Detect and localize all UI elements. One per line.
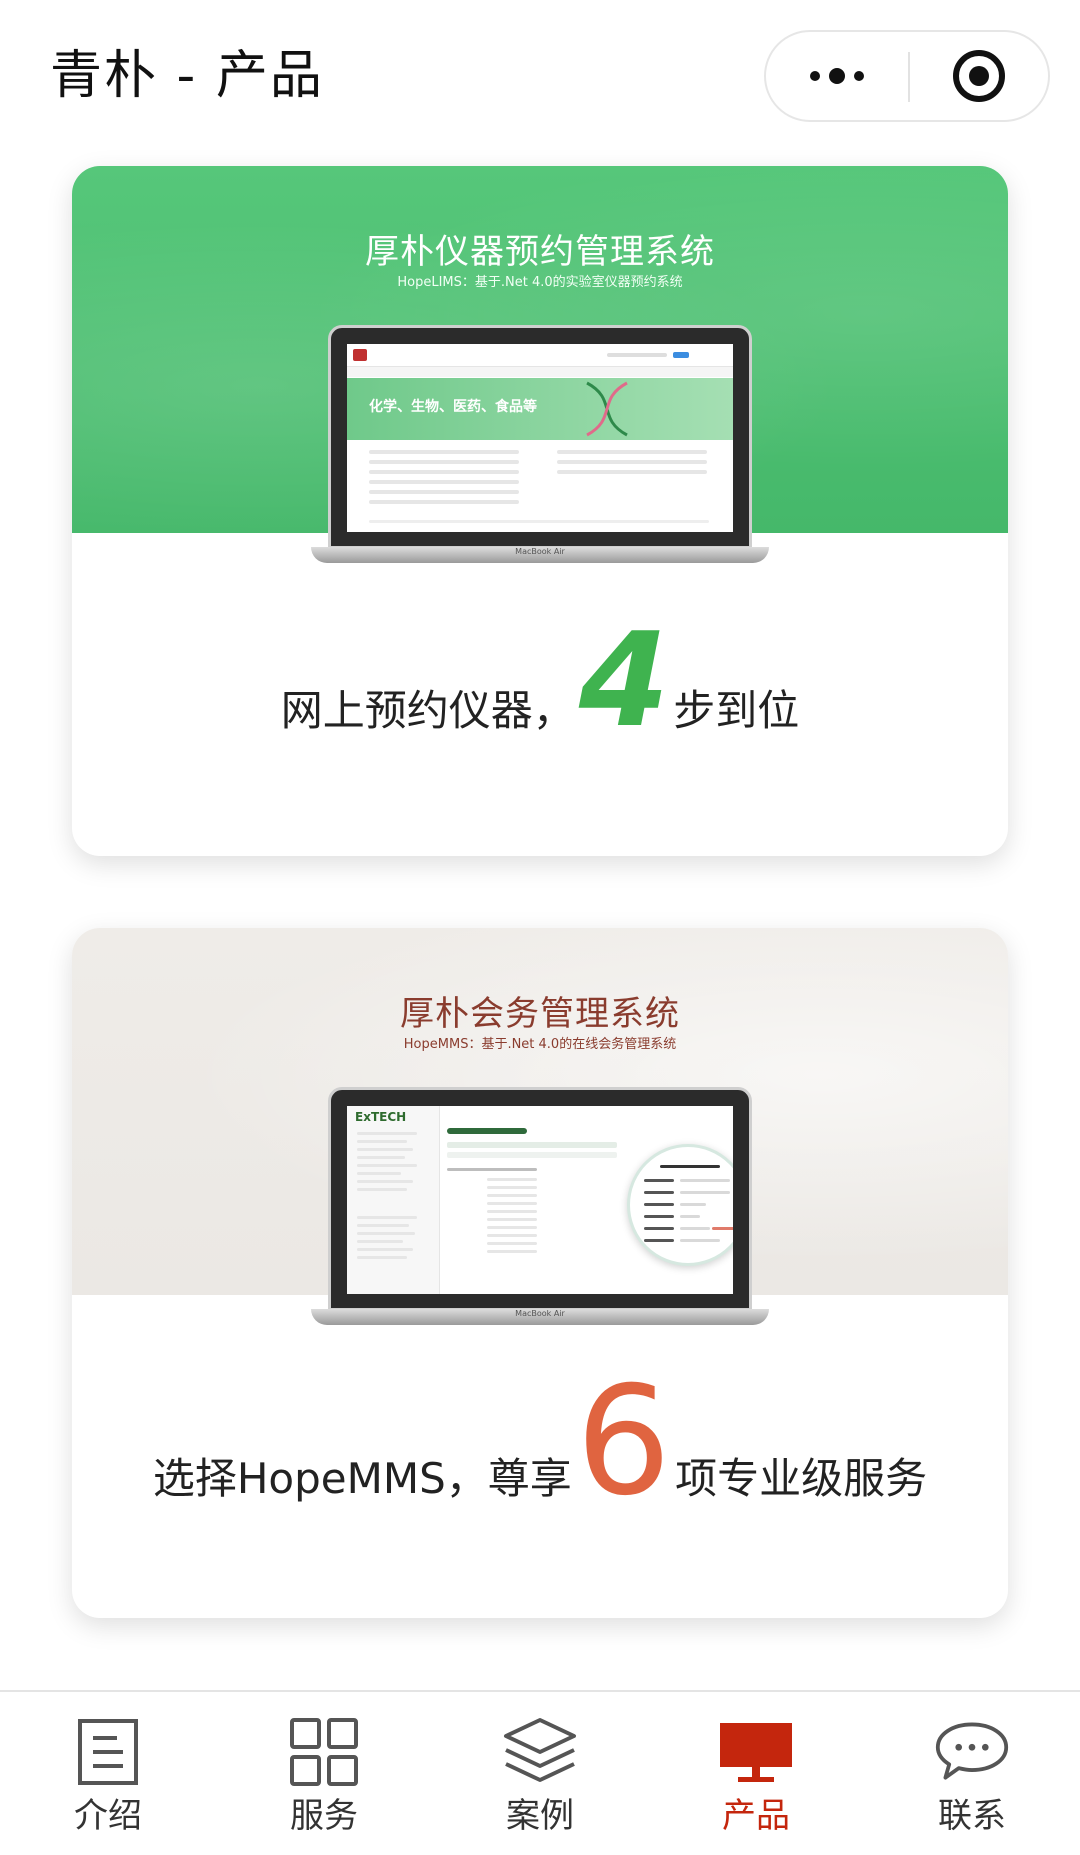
dna-helix-icon	[586, 381, 628, 437]
slogan-text-after: 步到位	[673, 686, 800, 735]
tab-label: 服务	[290, 1796, 358, 1836]
screen-header	[347, 344, 733, 367]
tab-intro[interactable]: 介绍	[0, 1692, 216, 1852]
banner-subtitle: HopeMMS：基于.Net 4.0的在线会务管理系统	[403, 1037, 677, 1052]
slogan-text-before: 网上预约仪器，	[280, 686, 575, 735]
banner-title: 厚朴会务管理系统	[400, 994, 680, 1034]
grid-icon	[286, 1716, 362, 1788]
monitor-icon	[718, 1716, 794, 1788]
top-nav-bar: 青朴 - 产品	[0, 0, 1080, 150]
product-card-hopelims[interactable]: 厚朴仪器预约管理系统 HopeLIMS：基于.Net 4.0的实验室仪器预约系统…	[72, 166, 1008, 856]
tab-cases[interactable]: 案例	[432, 1692, 648, 1852]
page-title: 青朴 - 产品	[50, 46, 324, 106]
screen-hero: 化学、生物、医药、食品等	[347, 378, 733, 440]
mini-program-capsule	[764, 30, 1050, 122]
laptop-screen: ExTECH	[347, 1106, 733, 1294]
more-menu-button[interactable]	[766, 32, 908, 120]
product-slogan: 选择HopeMMS，尊享6项专业级服务	[72, 1367, 1008, 1522]
slogan-text-before: 选择HopeMMS，尊享	[152, 1454, 572, 1503]
banner-subtitle: HopeLIMS：基于.Net 4.0的实验室仪器预约系统	[397, 275, 683, 290]
bottom-tab-bar: 介绍 服务 案例 产品 联系	[0, 1690, 1080, 1855]
tab-contact[interactable]: 联系	[864, 1692, 1080, 1852]
laptop-screen: 化学、生物、医药、食品等	[347, 344, 733, 532]
tab-services[interactable]: 服务	[216, 1692, 432, 1852]
laptop-label: MacBook Air	[515, 547, 565, 556]
slogan-number: 6	[575, 1355, 672, 1529]
screen-sidebar: ExTECH	[347, 1106, 440, 1294]
laptop-label: MacBook Air	[515, 1309, 565, 1318]
product-slogan: 网上预约仪器，4步到位	[72, 615, 1008, 760]
slogan-text-after: 项专业级服务	[675, 1454, 928, 1503]
laptop-mockup: ExTECH MacBook Air	[311, 1087, 769, 1332]
banner-title: 厚朴仪器预约管理系统	[365, 232, 715, 272]
laptop-mockup: 化学、生物、医药、食品等 MacBook Air	[311, 325, 769, 570]
layers-icon	[502, 1716, 578, 1788]
magnifier-lens	[627, 1144, 733, 1266]
site-logo-icon	[353, 349, 367, 361]
tab-products[interactable]: 产品	[648, 1692, 864, 1852]
target-circle-icon	[953, 50, 1005, 102]
tab-label: 介绍	[74, 1796, 142, 1836]
tab-label: 联系	[938, 1796, 1006, 1836]
document-icon	[70, 1716, 146, 1788]
chat-bubble-icon	[934, 1716, 1010, 1788]
slogan-number: 4	[578, 604, 670, 756]
laptop-lid: 化学、生物、医药、食品等	[328, 325, 752, 549]
laptop-lid: ExTECH	[328, 1087, 752, 1311]
screen-form-header	[447, 1128, 527, 1134]
laptop-base: MacBook Air	[311, 1309, 769, 1325]
more-dots-icon	[810, 68, 864, 84]
screen-hero-text: 化学、生物、医药、食品等	[369, 399, 537, 415]
tab-label: 案例	[506, 1796, 574, 1836]
tab-label: 产品	[722, 1796, 790, 1836]
screen-brand: ExTECH	[355, 1110, 407, 1124]
close-mini-program-button[interactable]	[910, 32, 1048, 120]
laptop-base: MacBook Air	[311, 547, 769, 563]
screen-nav	[347, 367, 733, 377]
product-card-hopemms[interactable]: 厚朴会务管理系统 HopeMMS：基于.Net 4.0的在线会务管理系统 ExT…	[72, 928, 1008, 1618]
